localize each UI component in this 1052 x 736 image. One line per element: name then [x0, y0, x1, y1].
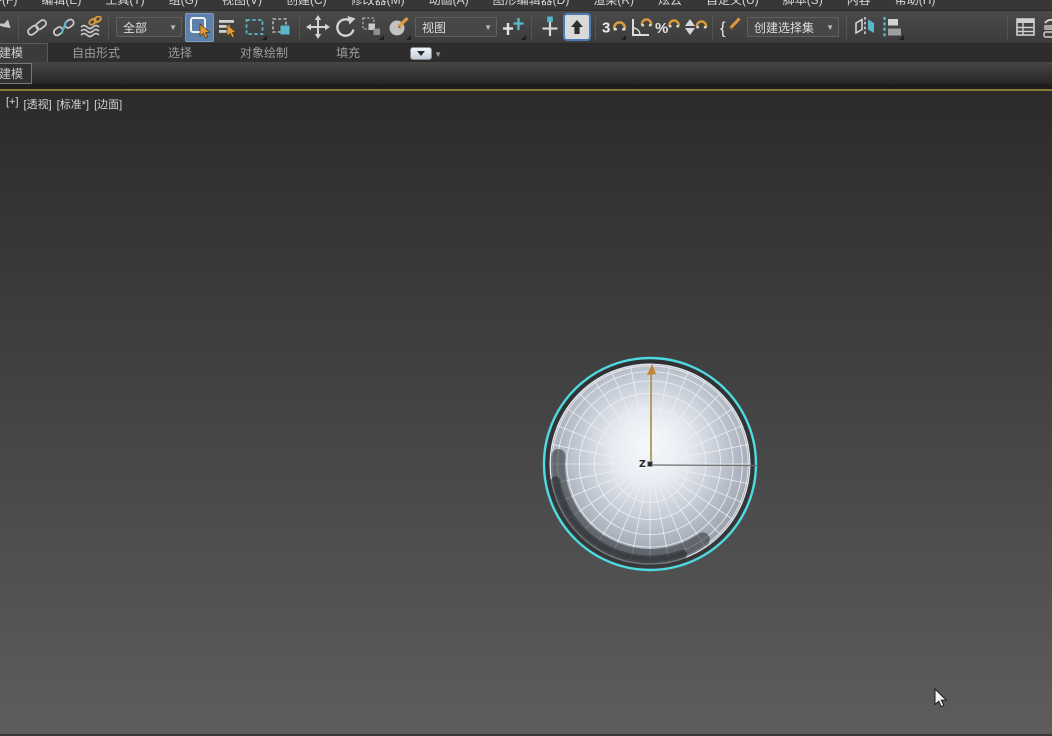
sphere-object[interactable]: Z: [520, 334, 780, 594]
separator: [846, 15, 847, 39]
menu-animation[interactable]: 动画(A): [417, 0, 481, 9]
select-by-name-icon[interactable]: [214, 13, 241, 41]
minimize-ribbon-button[interactable]: [410, 47, 433, 60]
separator: [108, 15, 109, 39]
ribbon-tab-selection[interactable]: 选择: [144, 44, 216, 62]
select-object-button[interactable]: [185, 12, 214, 42]
menu-create[interactable]: 创建(C): [274, 0, 339, 9]
mirror-icon[interactable]: [851, 13, 878, 41]
snap-toggle-3d-icon[interactable]: 3: [600, 13, 627, 41]
menu-tools[interactable]: 工具(T): [93, 0, 156, 9]
svg-text:%: %: [655, 20, 668, 37]
edit-named-selection-sets-icon[interactable]: {: [717, 13, 744, 41]
menu-graph-editors[interactable]: 图形编辑器(D): [481, 0, 582, 9]
select-and-rotate-icon[interactable]: [331, 13, 358, 41]
viewport-label: [+] [透视] [标准*] [边面]: [6, 96, 122, 112]
angle-snap-toggle-icon[interactable]: [627, 13, 654, 41]
mouse-cursor-icon: [934, 688, 950, 710]
selection-filter-value: 全部: [123, 20, 148, 35]
viewport-menu-pov[interactable]: [透视]: [24, 96, 52, 112]
ribbon-tab-populate[interactable]: 填充: [312, 44, 384, 62]
spinner-snap-toggle-icon[interactable]: [681, 13, 708, 41]
unlink-selection-icon[interactable]: [50, 13, 77, 41]
select-and-link-icon[interactable]: [23, 13, 50, 41]
chevron-down-icon: ▼: [169, 22, 177, 32]
align-icon[interactable]: [878, 13, 905, 41]
select-and-manipulate-icon[interactable]: [536, 13, 563, 41]
menu-bar: 文件(F) 编辑(E) 工具(T) 组(G) 视图(V) 创建(C) 修改器(M…: [0, 0, 1052, 10]
toggle-layer-explorer-icon[interactable]: [1039, 13, 1052, 41]
separator: [1007, 15, 1008, 39]
chevron-down-icon: ▼: [826, 22, 834, 32]
viewport-menu-general[interactable]: [+]: [6, 96, 19, 112]
window-crossing-toggle-icon[interactable]: [268, 13, 295, 41]
separator: [18, 15, 19, 39]
menu-customize[interactable]: 自定义(U): [694, 0, 771, 9]
selection-filter-dropdown[interactable]: 全部 ▼: [116, 17, 182, 37]
chevron-down-icon: ▼: [484, 22, 492, 32]
select-and-move-icon[interactable]: [304, 13, 331, 41]
menu-group[interactable]: 组(G): [157, 0, 210, 9]
separator: [531, 15, 532, 39]
ribbon-tab-bar: 建模 自由形式 选择 对象绘制 填充 ▼: [0, 43, 1052, 62]
rectangular-selection-region-icon[interactable]: [241, 13, 268, 41]
menu-rendering[interactable]: 渲染(R): [581, 0, 646, 9]
menu-content[interactable]: 内容: [835, 0, 883, 9]
reference-coordinate-system-dropdown[interactable]: 视图 ▼: [415, 17, 497, 37]
use-pivot-point-center-icon[interactable]: [500, 13, 527, 41]
ribbon-options-caret-icon[interactable]: ▼: [434, 50, 442, 59]
ribbon-tab-freeform[interactable]: 自由形式: [48, 44, 144, 62]
ribbon-panel-row: 多边形建模: [0, 62, 1052, 84]
menu-modifiers[interactable]: 修改器(M): [339, 0, 417, 9]
select-and-place-icon[interactable]: [385, 13, 412, 41]
toggle-scene-explorer-icon[interactable]: [1012, 13, 1039, 41]
svg-text:{: {: [720, 19, 726, 38]
menu-file[interactable]: 文件(F): [0, 0, 29, 9]
keyboard-shortcut-override-toggle[interactable]: [563, 13, 591, 41]
perspective-viewport[interactable]: [+] [透视] [标准*] [边面] Z: [0, 91, 1052, 734]
separator: [712, 15, 713, 39]
menu-scripting[interactable]: 脚本(S): [771, 0, 835, 9]
svg-text:Z: Z: [639, 459, 646, 470]
bind-to-space-warp-icon[interactable]: [77, 13, 104, 41]
menu-views[interactable]: 视图(V): [210, 0, 274, 9]
named-selection-sets-dropdown[interactable]: 创建选择集 ▼: [747, 17, 839, 37]
redo-icon[interactable]: [0, 13, 14, 41]
svg-text:3: 3: [602, 20, 610, 37]
menu-xuancloud[interactable]: 炫云: [646, 0, 694, 9]
menu-edit[interactable]: 编辑(E): [29, 0, 93, 9]
viewport-menu-shading[interactable]: [标准*]: [57, 96, 89, 112]
percent-snap-toggle-icon[interactable]: %: [654, 13, 681, 41]
viewport-menu-per-view[interactable]: [边面]: [94, 96, 122, 112]
named-selection-sets-value: 创建选择集: [754, 20, 815, 35]
ribbon-tab-object-paint[interactable]: 对象绘制: [216, 44, 312, 62]
select-and-scale-icon[interactable]: [358, 13, 385, 41]
polygon-modeling-panel-tab[interactable]: 多边形建模: [0, 62, 33, 84]
separator: [299, 15, 300, 39]
separator: [595, 15, 596, 39]
reference-coordinate-system-value: 视图: [422, 20, 447, 35]
menu-help[interactable]: 帮助(H): [883, 0, 948, 9]
ribbon-tab-modeling[interactable]: 建模: [0, 43, 49, 62]
main-toolbar: 全部 ▼ 视图 ▼ 3 % {创建选择集 ▼: [0, 10, 1052, 44]
chevron-down-icon: [417, 51, 426, 56]
